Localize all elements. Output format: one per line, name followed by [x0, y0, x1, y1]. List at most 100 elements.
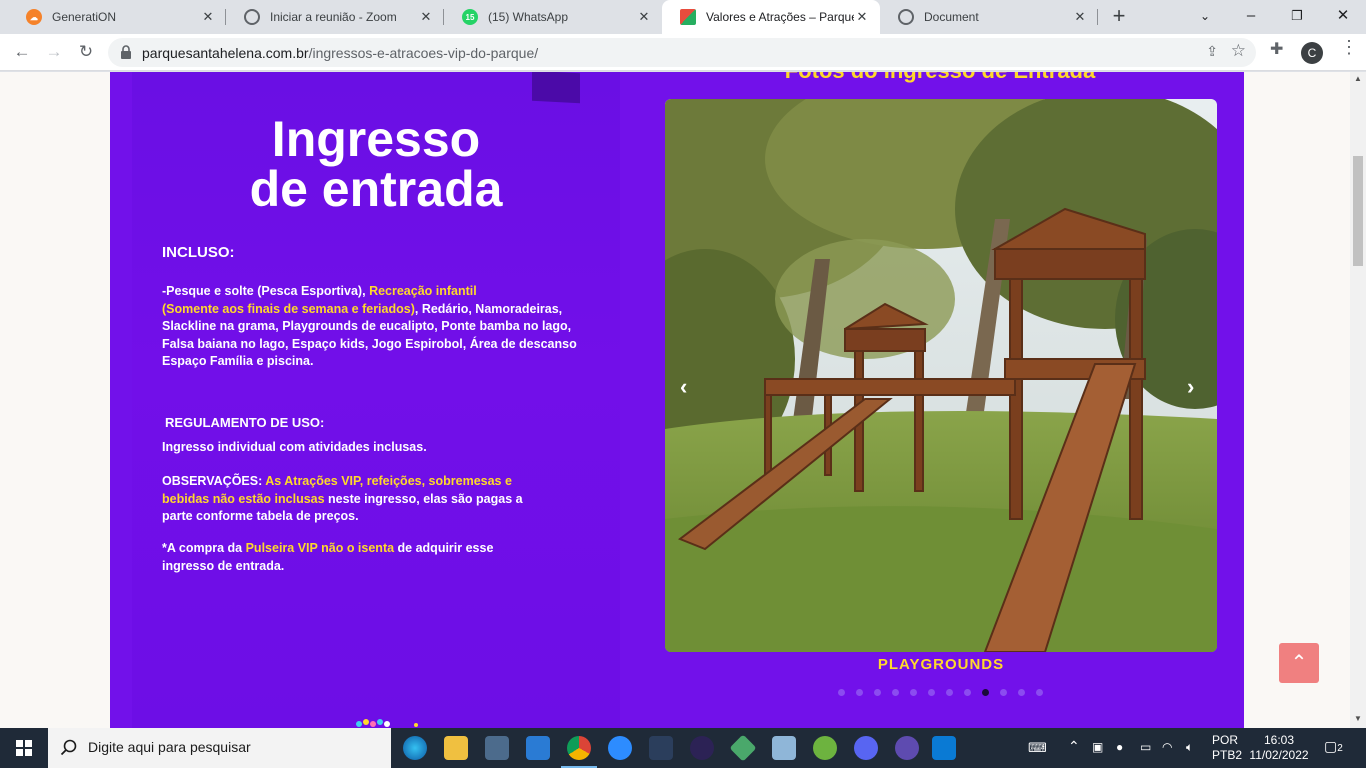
tab-title: Iniciar a reunião - Zoom — [270, 10, 397, 24]
carousel-photo — [665, 99, 1217, 652]
slide-caption: PLAYGROUNDS — [877, 656, 1005, 673]
volume-icon[interactable]: 🔈︎ — [1186, 740, 1193, 768]
forward-icon[interactable]: → — [42, 40, 66, 64]
ticket-title-line2: de entrada — [249, 161, 503, 217]
edge-icon[interactable] — [403, 736, 427, 760]
restore-icon[interactable]: ❐ — [1274, 0, 1320, 34]
tape-decoration — [532, 72, 580, 104]
language-indicator[interactable]: POR PTB2 — [1212, 733, 1242, 768]
browser-toolbar: ← → ↻ parquesantahelena.com.br/ingressos… — [0, 34, 1366, 71]
globe-icon — [244, 9, 260, 25]
carousel-dot[interactable] — [1018, 689, 1025, 696]
sql-server-icon[interactable] — [649, 736, 673, 760]
tab-close-icon[interactable]: ✕ — [418, 9, 434, 25]
scroll-down-icon[interactable]: ▼ — [1354, 714, 1362, 723]
carousel-dot[interactable] — [1000, 689, 1007, 696]
new-tab-icon[interactable]: + — [1107, 5, 1131, 29]
taskbar-search[interactable]: Digite aqui para pesquisar — [48, 728, 391, 768]
network-icon[interactable]: ◠ — [1162, 740, 1172, 768]
zoom-icon[interactable] — [608, 736, 632, 760]
chrome-icon[interactable] — [567, 736, 591, 760]
profile-avatar[interactable]: C — [1301, 42, 1323, 64]
incluso-text: -Pesque e solte (Pesca Esportiva), Recre… — [162, 284, 577, 368]
scrollbar-thumb[interactable] — [1353, 156, 1363, 266]
keyboard-icon[interactable]: ⌨ — [1028, 740, 1047, 768]
tab-parque-santa-helena[interactable]: Valores e Atrações – Parque Santa Helena… — [662, 0, 880, 34]
carousel-dot[interactable] — [856, 689, 863, 696]
tab-close-icon[interactable]: ✕ — [636, 9, 652, 25]
incluso-heading: INCLUSO: — [162, 244, 235, 261]
carousel-dot[interactable] — [928, 689, 935, 696]
carousel-prev-icon[interactable]: ‹ — [680, 374, 687, 400]
carousel-dot[interactable] — [838, 689, 845, 696]
tab-close-icon[interactable]: ✕ — [200, 9, 216, 25]
url-text: parquesantahelena.com.br/ingressos-e-atr… — [142, 45, 539, 61]
carousel-dot[interactable] — [946, 689, 953, 696]
carousel-dot[interactable] — [910, 689, 917, 696]
close-window-icon[interactable]: ✕ — [1320, 0, 1366, 34]
park-logo-fragment — [356, 719, 418, 727]
carousel-dot[interactable] — [964, 689, 971, 696]
page-scrollbar[interactable]: ▲ ▼ — [1350, 72, 1366, 728]
tray-chevron-icon[interactable]: ⌃ — [1068, 738, 1080, 768]
ticket-info-panel: Ingresso de entrada INCLUSO: -Pesque e s… — [132, 72, 620, 728]
tab-search-chevron-icon[interactable]: ⌄ — [1182, 0, 1228, 34]
carousel-dot[interactable] — [1036, 689, 1043, 696]
tickets-section: Ingresso de entrada INCLUSO: -Pesque e s… — [110, 72, 1244, 728]
meet-now-icon[interactable]: ▣ — [1092, 740, 1103, 768]
eclipse-icon[interactable] — [690, 736, 714, 760]
tab-zoom[interactable]: Iniciar a reunião - Zoom ✕ — [226, 0, 444, 34]
paint-icon[interactable] — [772, 736, 796, 760]
reload-icon[interactable]: ↻ — [74, 40, 98, 64]
lock-icon — [121, 45, 131, 59]
carousel-dot[interactable] — [892, 689, 899, 696]
tab-whatsapp[interactable]: 15 (15) WhatsApp ✕ — [444, 0, 662, 34]
carousel-title: Fotos do Ingresso de Entrada — [665, 72, 1215, 84]
whatsapp-icon: 15 — [462, 9, 478, 25]
ticket-title-line1: Ingresso — [271, 111, 481, 167]
mail-icon[interactable] — [526, 736, 550, 760]
clock[interactable]: 16:03 11/02/2022 — [1248, 733, 1310, 768]
scroll-up-icon[interactable]: ▲ — [1354, 74, 1362, 83]
spring-icon[interactable] — [813, 736, 837, 760]
git-icon[interactable] — [729, 734, 757, 762]
globe-icon — [898, 9, 914, 25]
regulamento-heading: REGULAMENTO DE USO: — [165, 415, 325, 430]
kebab-menu-icon[interactable]: ⋮ — [1340, 37, 1358, 58]
tab-generation[interactable]: ☁ GeneratiON ✕ — [8, 0, 226, 34]
regulamento-text: Ingresso individual com atividades inclu… — [162, 440, 427, 454]
tab-strip: ☁ GeneratiON ✕ Iniciar a reunião - Zoom … — [0, 0, 1366, 34]
microphone-icon[interactable]: ● — [1116, 740, 1123, 768]
back-icon[interactable]: ← — [10, 40, 34, 64]
tab-document[interactable]: Document ✕ — [880, 0, 1098, 34]
carousel-dot[interactable] — [874, 689, 881, 696]
address-bar[interactable]: parquesantahelena.com.br/ingressos-e-atr… — [108, 38, 1256, 67]
pulseira-note: *A compra da Pulseira VIP não o isenta d… — [162, 541, 494, 573]
discord-icon[interactable] — [854, 736, 878, 760]
carousel-next-icon[interactable]: › — [1187, 374, 1194, 400]
playground-photo — [665, 99, 1217, 652]
file-explorer-icon[interactable] — [444, 736, 468, 760]
scroll-to-top-button[interactable]: ⌃ — [1279, 643, 1319, 683]
bookmark-star-icon[interactable]: ☆ — [1231, 41, 1246, 61]
vscode-icon[interactable] — [932, 736, 956, 760]
page-viewport: Ingresso de entrada INCLUSO: -Pesque e s… — [0, 72, 1350, 728]
observacoes-text: OBSERVAÇÕES: As Atrações VIP, refeições,… — [162, 474, 523, 523]
tab-title: Valores e Atrações – Parque Santa Helena — [706, 10, 854, 24]
notifications-icon[interactable]: ▢2 — [1324, 738, 1343, 768]
minimize-icon[interactable]: – — [1228, 0, 1274, 34]
battery-icon[interactable]: ▭ — [1140, 740, 1151, 768]
windows-start-icon[interactable] — [0, 728, 48, 768]
tab-close-icon[interactable]: ✕ — [1072, 9, 1088, 25]
tab-title: Document — [924, 10, 979, 24]
extensions-puzzle-icon[interactable]: ✚ — [1270, 39, 1283, 59]
app-orb-icon[interactable] — [895, 736, 919, 760]
store-icon[interactable] — [485, 736, 509, 760]
tab-close-icon[interactable]: ✕ — [854, 9, 870, 25]
tab-title: (15) WhatsApp — [488, 10, 569, 24]
carousel-pagination — [838, 689, 1043, 696]
share-icon[interactable]: ⇪ — [1206, 43, 1218, 60]
search-icon — [60, 739, 77, 756]
carousel-dot[interactable] — [982, 689, 989, 696]
windows-taskbar: Digite aqui para pesquisar ⌨ ⌃ ▣ ● ▭ ◠ 🔈… — [0, 728, 1366, 768]
